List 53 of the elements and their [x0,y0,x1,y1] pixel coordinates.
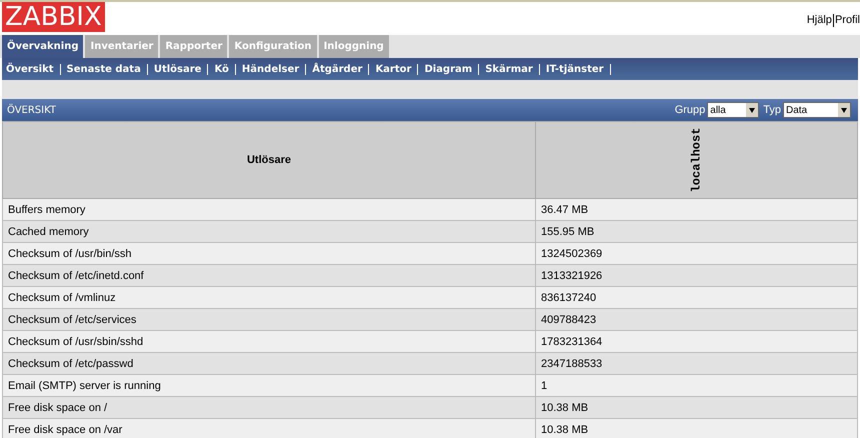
nav-separator [234,64,236,74]
table-cell: 409788423 [536,308,858,330]
table-cell: 1 [536,374,858,396]
nav-separator [60,64,61,74]
filter-select[interactable]: alla [707,102,760,118]
menu-tab[interactable]: Övervakning [2,35,84,58]
header-link[interactable]: Profil [834,14,860,27]
nav-link[interactable]: Utlösare [154,64,202,74]
nav-separator [478,64,480,74]
nav-separator [305,64,306,74]
table-cell: 10.38 MB [536,418,858,438]
table-cell: 1313321926 [536,264,858,286]
nav-link[interactable]: IT-tjänster [546,64,604,74]
table-cell: Buffers memory [2,198,536,220]
nav-separator [368,64,370,74]
table-cell: 836137240 [536,286,858,308]
table-cell: Checksum of /etc/services [2,308,536,330]
column-header: Utlösare [2,122,536,198]
table-cell: Cached memory [2,220,536,242]
table-cell: Checksum of /usr/sbin/sshd [2,330,536,352]
table-cell: 1783231364 [536,330,858,352]
nav-separator [417,64,418,74]
table-cell: 155.95 MB [536,220,858,242]
table-cell: Checksum of /etc/inetd.conf [2,264,536,286]
table-cell: Free disk space on / [2,396,536,418]
table-cell: 10.38 MB [536,396,858,418]
nav-separator [538,64,540,74]
nav-link[interactable]: Diagram [424,64,472,74]
logo: ZABBIX [2,2,105,32]
header-link[interactable]: Hjälp [806,14,832,27]
nav-separator [610,64,611,74]
table-cell: Checksum of /vmlinuz [2,286,536,308]
column-header: localhost [690,128,704,192]
nav-link[interactable]: Kö [214,64,229,74]
nav-link[interactable]: Åtgärder [312,64,362,74]
table-cell: 36.47 MB [536,198,858,220]
table-cell: 1324502369 [536,242,858,264]
nav-link[interactable]: Senaste data [66,64,141,74]
table-cell: Checksum of /usr/bin/ssh [2,242,536,264]
filter-label: Grupp [674,104,706,116]
nav-link[interactable]: Översikt [6,64,54,74]
table-cell: 2347188533 [536,352,858,374]
nav-separator [146,64,148,74]
table-cell: Email (SMTP) server is running [2,374,536,396]
nav-link[interactable]: Skärmar [485,64,533,74]
table-cell: Checksum of /etc/passwd [2,352,536,374]
table-cell: Free disk space on /var [2,418,536,438]
filter-select[interactable]: Data [783,102,851,118]
filter-label: Typ [763,104,781,116]
panel-title: ÖVERSIKT [7,104,56,116]
nav-link[interactable]: Kartor [375,64,412,74]
nav-link[interactable]: Händelser [242,64,300,74]
nav-separator [207,64,208,74]
